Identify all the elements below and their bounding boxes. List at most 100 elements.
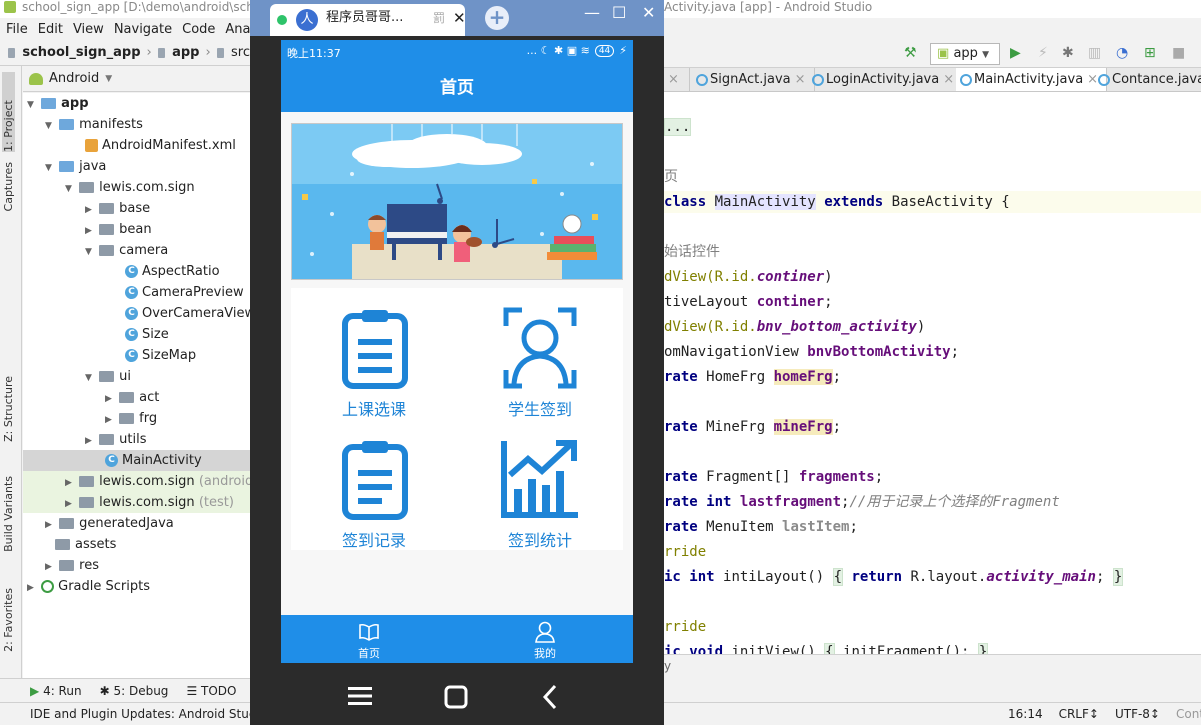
menu-navigate[interactable]: Navigate	[114, 22, 172, 37]
android-studio-icon	[4, 1, 16, 13]
tool-tab-captures[interactable]: Captures	[2, 162, 15, 211]
tree-item[interactable]: ▶ lewis.com.sign (test)	[23, 492, 250, 513]
tree-item[interactable]: C Size	[23, 324, 250, 345]
close-icon[interactable]: ×	[668, 72, 679, 87]
tree-item[interactable]: ▶ utils	[23, 429, 250, 450]
tab-contance[interactable]: Contance.java	[1094, 68, 1201, 91]
tree-item[interactable]: C OverCameraView	[23, 303, 250, 324]
chevron-down-icon[interactable]: ▼	[65, 179, 75, 200]
status-message[interactable]: IDE and Plugin Updates: Android Stuc	[30, 707, 255, 721]
menu-view[interactable]: View	[73, 22, 104, 37]
chevron-right-icon[interactable]: ▶	[85, 431, 95, 452]
tree-item[interactable]: ▶ generatedJava	[23, 513, 250, 534]
code-editor[interactable]: ... 页 class MainActivity extends BaseAct…	[664, 92, 1201, 654]
close-icon[interactable]: ×	[795, 72, 806, 87]
tree-item[interactable]: ▼ manifests	[23, 114, 250, 135]
tree-item[interactable]: ▶ frg	[23, 408, 250, 429]
profiler-icon[interactable]: ◔	[1116, 45, 1128, 61]
tree-item[interactable]: C CameraPreview	[23, 282, 250, 303]
tab-signact[interactable]: SignAct.java ×	[692, 68, 815, 91]
chevron-down-icon[interactable]: ▼	[45, 116, 55, 137]
run-config-select[interactable]: ▣ app ▼	[930, 43, 1000, 65]
chevron-down-icon[interactable]: ▼	[85, 368, 95, 389]
breadcrumb-src[interactable]: src	[231, 45, 250, 60]
nav-mine[interactable]: 我的	[457, 615, 633, 663]
project-view-select[interactable]: Android	[49, 71, 99, 86]
run-icon[interactable]: ▶	[1010, 45, 1021, 61]
tree-item[interactable]: ▼ lewis.com.sign	[23, 177, 250, 198]
chevron-right-icon[interactable]: ▶	[27, 578, 37, 599]
chevron-right-icon[interactable]: ▶	[65, 494, 75, 515]
breadcrumb-app[interactable]: app	[172, 45, 199, 60]
home-icon[interactable]	[444, 685, 468, 709]
debug-icon[interactable]: ✱	[1062, 45, 1074, 61]
close-icon[interactable]: ✕	[453, 4, 465, 32]
tab-mainactivity[interactable]: MainActivity.java ×	[956, 68, 1108, 91]
grid-item-course-select[interactable]: 上课选课	[291, 288, 457, 419]
close-icon[interactable]: ×	[943, 72, 954, 87]
new-tab-button[interactable]: +	[485, 6, 509, 30]
tool-tab-favorites[interactable]: 2: Favorites	[2, 588, 15, 652]
chevron-right-icon[interactable]: ▶	[85, 221, 95, 242]
tree-item-selected[interactable]: C MainActivity	[23, 450, 250, 471]
menu-file[interactable]: File	[6, 22, 28, 37]
tree-item[interactable]: ▶ act	[23, 387, 250, 408]
encoding[interactable]: UTF-8↕	[1115, 707, 1160, 721]
tree-item[interactable]: ▼ camera	[23, 240, 250, 261]
run-tool-button[interactable]: ▶ 4: Run	[30, 684, 82, 698]
tree-item[interactable]: ▶ lewis.com.sign (androidTe	[23, 471, 250, 492]
cursor-position[interactable]: 16:14	[1008, 707, 1043, 721]
chevron-down-icon[interactable]: ▼	[85, 242, 95, 263]
chevron-down-icon[interactable]: ▼	[45, 158, 55, 179]
tree-item[interactable]: assets	[23, 534, 250, 555]
nav-home[interactable]: 首页	[281, 615, 457, 663]
debug-tool-button[interactable]: ✱ 5: Debug	[100, 684, 169, 698]
tab-loginactivity[interactable]: LoginActivity.java ×	[808, 68, 964, 91]
build-hammer-icon[interactable]: ⚒	[904, 45, 917, 61]
tree-item[interactable]: ▼ app	[23, 93, 250, 114]
tool-tab-structure[interactable]: Z: Structure	[2, 376, 15, 442]
grid-item-student-sign[interactable]: 学生签到	[457, 288, 623, 419]
tree-item[interactable]: ▼ java	[23, 156, 250, 177]
tool-tab-project[interactable]: 1: Project	[2, 72, 15, 152]
grid-item-sign-stats[interactable]: 签到统计	[457, 419, 623, 550]
chevron-down-icon[interactable]: ▼	[27, 95, 37, 116]
context[interactable]: Context:	[1176, 707, 1201, 721]
chevron-right-icon[interactable]: ▶	[85, 200, 95, 221]
tree-item[interactable]: ▶ bean	[23, 219, 250, 240]
chevron-right-icon[interactable]: ▶	[65, 473, 75, 494]
breadcrumb-project[interactable]: school_sign_app	[22, 45, 140, 60]
minimize-icon[interactable]: —	[584, 3, 600, 22]
tree-item[interactable]: AndroidManifest.xml	[23, 135, 250, 156]
chevron-down-icon[interactable]: ▼	[105, 74, 112, 84]
todo-tool-button[interactable]: ☰ TODO	[186, 684, 236, 698]
folder-icon	[157, 47, 166, 58]
stop-icon[interactable]: ■	[1172, 45, 1185, 61]
maximize-icon[interactable]: ☐	[612, 3, 626, 22]
coverage-icon[interactable]: ▥	[1088, 45, 1101, 61]
tree-item[interactable]: C AspectRatio	[23, 261, 250, 282]
line-separator[interactable]: CRLF↕	[1059, 707, 1099, 721]
back-icon[interactable]	[542, 684, 558, 710]
menu-edit[interactable]: Edit	[38, 22, 63, 37]
tree-item[interactable]: ▼ ui	[23, 366, 250, 387]
tab-hidden[interactable]: ×	[664, 68, 690, 91]
pin-icon[interactable]: 罰	[433, 4, 445, 32]
chevron-right-icon[interactable]: ▶	[45, 557, 55, 578]
chevron-right-icon[interactable]: ▶	[45, 515, 55, 536]
banner-image[interactable]	[291, 123, 623, 280]
apply-changes-icon[interactable]: ⚡	[1038, 45, 1048, 61]
chevron-right-icon[interactable]: ▶	[105, 389, 115, 410]
close-window-icon[interactable]: ✕	[642, 3, 655, 22]
menu-icon[interactable]	[348, 687, 372, 705]
mirror-tab[interactable]: 人 程序员哥哥... 罰 ✕	[270, 4, 465, 36]
attach-debugger-icon[interactable]: ⊞	[1144, 45, 1156, 61]
tree-item[interactable]: ▶ Gradle Scripts	[23, 576, 250, 597]
chevron-right-icon[interactable]: ▶	[105, 410, 115, 431]
tree-item[interactable]: ▶ base	[23, 198, 250, 219]
menu-code[interactable]: Code	[182, 22, 215, 37]
grid-item-sign-records[interactable]: 签到记录	[291, 419, 457, 550]
tool-tab-build-variants[interactable]: Build Variants	[2, 476, 15, 552]
tree-item[interactable]: ▶ res	[23, 555, 250, 576]
tree-item[interactable]: C SizeMap	[23, 345, 250, 366]
